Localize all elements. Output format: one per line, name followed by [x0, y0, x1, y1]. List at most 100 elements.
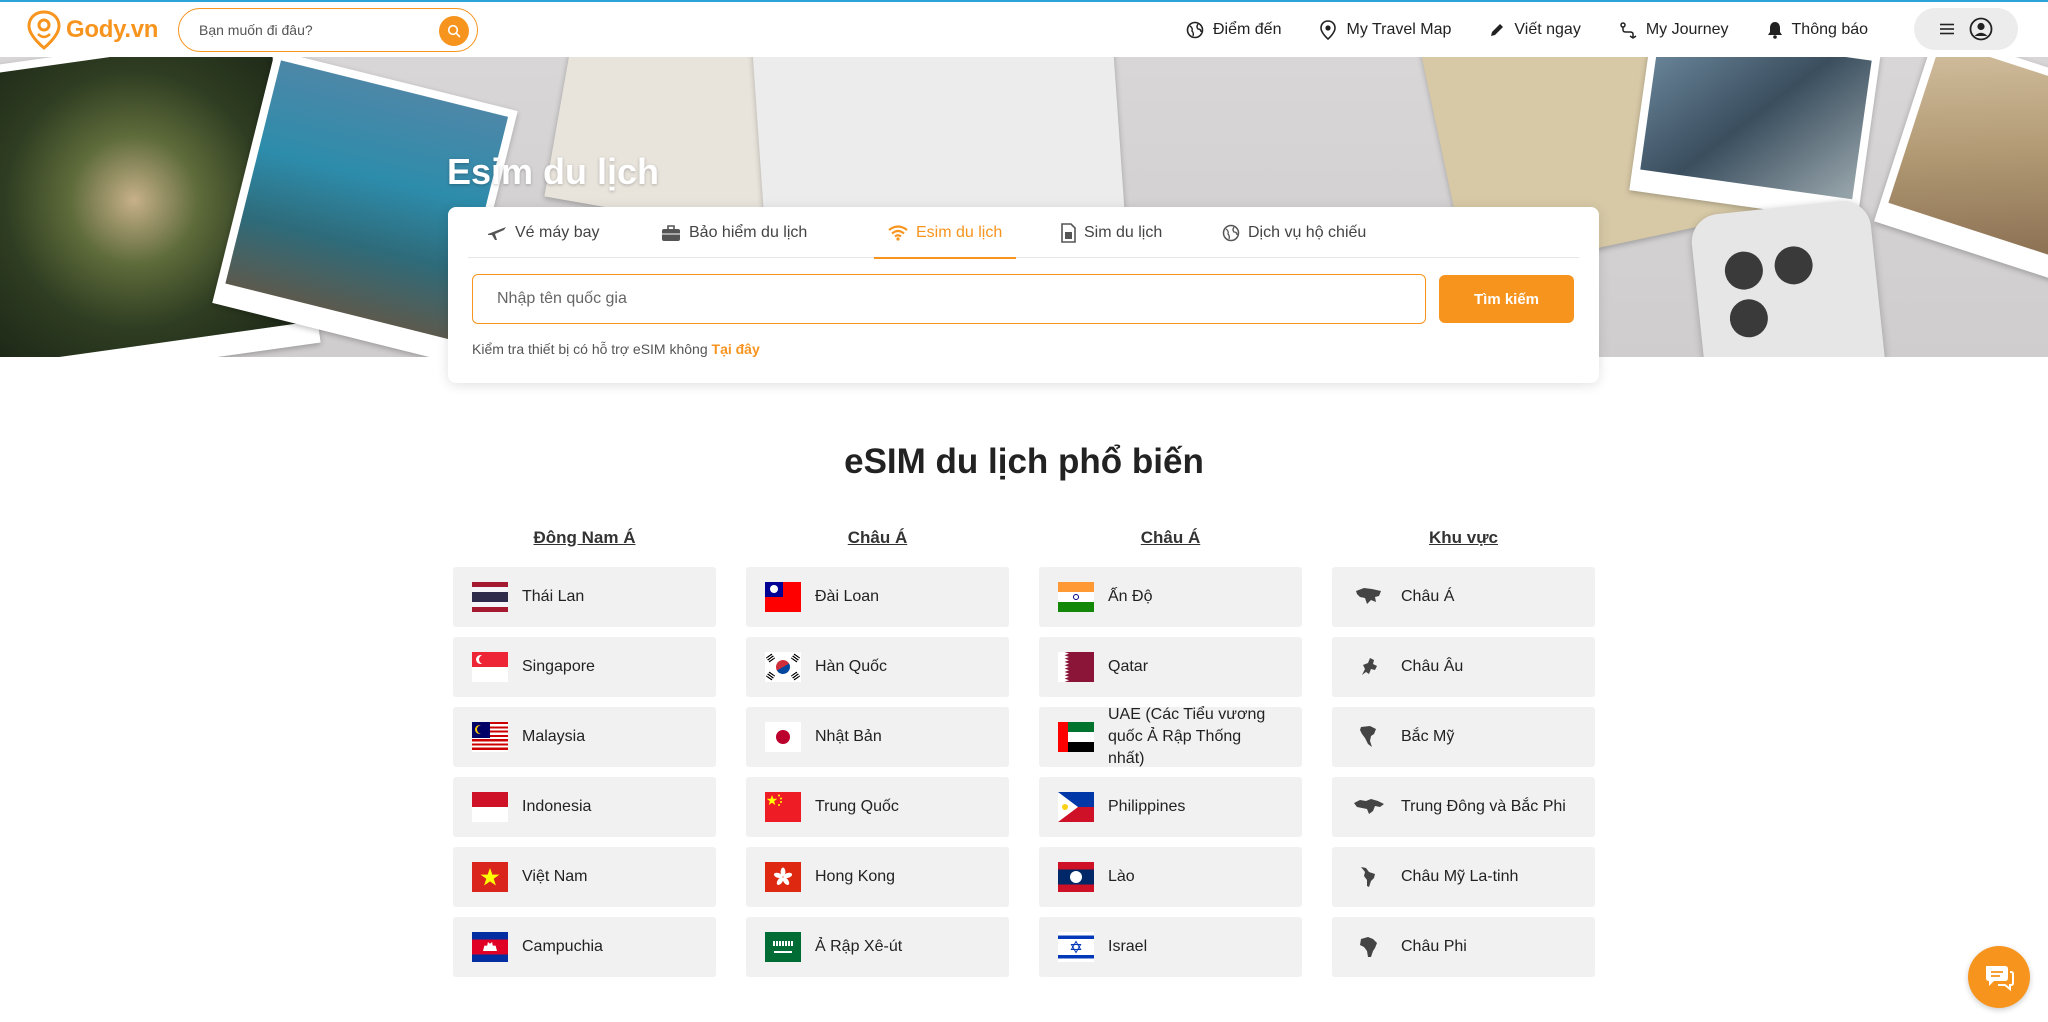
- nav-thong-bao[interactable]: Thông báo: [1767, 21, 1868, 39]
- country-name: Thái Lan: [522, 588, 585, 605]
- country-thai-lan[interactable]: Thái Lan: [453, 567, 716, 627]
- india-flag-icon: [1058, 582, 1094, 612]
- wifi-icon: [888, 224, 908, 241]
- latin-america-map-icon: [1351, 862, 1387, 892]
- philippines-flag-icon: [1058, 792, 1094, 822]
- region-chau-phi[interactable]: Châu Phi: [1332, 917, 1595, 977]
- region-chau-au[interactable]: Châu Âu: [1332, 637, 1595, 697]
- route-icon: [1620, 21, 1637, 39]
- asia-map-icon: [1351, 582, 1387, 612]
- country-philippines[interactable]: Philippines: [1039, 777, 1302, 837]
- pencil-icon: [1491, 23, 1504, 36]
- country-an-do[interactable]: Ấn Độ: [1039, 567, 1302, 627]
- logo-icon: [27, 10, 61, 50]
- tab-label: Sim du lịch: [1084, 223, 1163, 241]
- malaysia-flag-icon: [472, 722, 508, 752]
- country-search-input[interactable]: [472, 274, 1426, 324]
- region-bac-my[interactable]: Bắc Mỹ: [1332, 707, 1595, 767]
- taiwan-flag-icon: [765, 582, 801, 612]
- vietnam-flag-icon: [472, 862, 508, 892]
- hero-phone: [1688, 198, 1892, 357]
- chat-bubble-icon: [1986, 966, 2014, 992]
- destination-search-input[interactable]: [199, 22, 419, 38]
- nav-my-journey[interactable]: My Journey: [1619, 21, 1729, 39]
- bell-icon: [1767, 21, 1782, 39]
- japan-flag-icon: [765, 722, 801, 752]
- tab-bao-hiem[interactable]: Bảo hiểm du lịch: [661, 207, 807, 258]
- country-name: UAE (Các Tiểu vương quốc Ả Rập Thống nhấ…: [1108, 706, 1266, 767]
- user-menu-button[interactable]: [1914, 8, 2018, 50]
- country-indonesia[interactable]: Indonesia: [453, 777, 716, 837]
- country-name: Việt Nam: [522, 868, 588, 885]
- nav-viet-ngay[interactable]: Viết ngay: [1489, 20, 1581, 39]
- country-name: Philippines: [1108, 798, 1186, 815]
- nav-label: My Journey: [1645, 20, 1729, 38]
- country-campuchia[interactable]: Campuchia: [453, 917, 716, 977]
- chat-support-button[interactable]: [1968, 946, 2030, 1008]
- country-singapore[interactable]: Singapore: [453, 637, 716, 697]
- column-heading[interactable]: Khu vực: [1332, 526, 1595, 556]
- country-israel[interactable]: Israel: [1039, 917, 1302, 977]
- country-trung-quoc[interactable]: Trung Quốc: [746, 777, 1009, 837]
- esim-support-text: Kiểm tra thiết bị có hỗ trợ eSIM không: [472, 341, 708, 357]
- region-chau-my-la-tinh[interactable]: Châu Mỹ La-tinh: [1332, 847, 1595, 907]
- tab-ve-may-bay[interactable]: Vé máy bay: [487, 207, 599, 258]
- country-dai-loan[interactable]: Đài Loan: [746, 567, 1009, 627]
- column-heading[interactable]: Châu Á: [1039, 526, 1302, 556]
- country-qatar[interactable]: Qatar: [1039, 637, 1302, 697]
- tab-ho-chieu[interactable]: Dịch vụ hộ chiếu: [1222, 207, 1366, 258]
- thailand-flag-icon: [472, 582, 508, 612]
- passport-globe-icon: [1222, 224, 1240, 241]
- region-chau-a[interactable]: Châu Á: [1332, 567, 1595, 627]
- country-name: Lào: [1108, 868, 1135, 885]
- region-trung-dong-bac-phi[interactable]: Trung Đông và Bắc Phi: [1332, 777, 1595, 837]
- korea-flag-icon: [765, 652, 801, 682]
- nav-label: Điểm đến: [1213, 20, 1282, 38]
- country-nhat-ban[interactable]: Nhật Bản: [746, 707, 1009, 767]
- tab-esim-du-lich[interactable]: Esim du lịch: [873, 207, 1017, 259]
- sim-card-icon: [1061, 222, 1076, 243]
- country-name: Ấn Độ: [1108, 588, 1153, 605]
- country-viet-nam[interactable]: Việt Nam: [453, 847, 716, 907]
- column-chau-a-2: Châu Á Ấn Độ Qatar UAE (Các Tiểu vương q…: [1039, 526, 1302, 987]
- header-search-button[interactable]: [439, 16, 469, 46]
- country-name: Hàn Quốc: [815, 658, 888, 675]
- saudi-flag-icon: [765, 932, 801, 962]
- country-a-rap-xe-ut[interactable]: Ả Rập Xê-út: [746, 917, 1009, 977]
- qatar-flag-icon: [1058, 652, 1094, 682]
- nav-label: Viết ngay: [1514, 20, 1581, 38]
- search-icon: [447, 24, 461, 38]
- header-search[interactable]: [178, 8, 478, 52]
- country-name: Indonesia: [522, 798, 592, 815]
- country-lao[interactable]: Lào: [1039, 847, 1302, 907]
- search-submit-button[interactable]: Tìm kiếm: [1439, 275, 1574, 323]
- cambodia-flag-icon: [472, 932, 508, 962]
- country-name: Campuchia: [522, 938, 603, 955]
- country-name: Châu Mỹ La-tinh: [1401, 868, 1519, 885]
- europe-map-icon: [1351, 652, 1387, 682]
- brand-logo[interactable]: Gody.vn: [26, 10, 158, 50]
- country-uae[interactable]: UAE (Các Tiểu vương quốc Ả Rập Thống nhấ…: [1039, 706, 1302, 767]
- nav-travel-map[interactable]: My Travel Map: [1319, 19, 1451, 40]
- country-name: Israel: [1108, 938, 1148, 955]
- country-malaysia[interactable]: Malaysia: [453, 707, 716, 767]
- indonesia-flag-icon: [472, 792, 508, 822]
- country-hong-kong[interactable]: Hong Kong: [746, 847, 1009, 907]
- column-heading[interactable]: Đông Nam Á: [453, 526, 716, 556]
- country-name: Hong Kong: [815, 868, 896, 885]
- esim-support-link[interactable]: Tại đây: [712, 341, 760, 357]
- israel-flag-icon: [1058, 932, 1094, 962]
- country-name: Malaysia: [522, 728, 586, 745]
- hero-title: Esim du lịch: [447, 151, 660, 192]
- tab-sim-du-lich[interactable]: Sim du lịch: [1060, 207, 1162, 258]
- briefcase-icon: [662, 224, 680, 241]
- tab-label: Dịch vụ hộ chiếu: [1248, 223, 1367, 241]
- tab-label: Bảo hiểm du lịch: [689, 223, 808, 241]
- tab-label: Esim du lịch: [916, 223, 1003, 241]
- laos-flag-icon: [1058, 862, 1094, 892]
- country-name: Qatar: [1108, 658, 1149, 675]
- nav-diem-den[interactable]: Điểm đến: [1186, 21, 1281, 39]
- country-han-quoc[interactable]: Hàn Quốc: [746, 637, 1009, 697]
- column-heading[interactable]: Châu Á: [746, 526, 1009, 556]
- map-pin-icon: [1320, 19, 1337, 40]
